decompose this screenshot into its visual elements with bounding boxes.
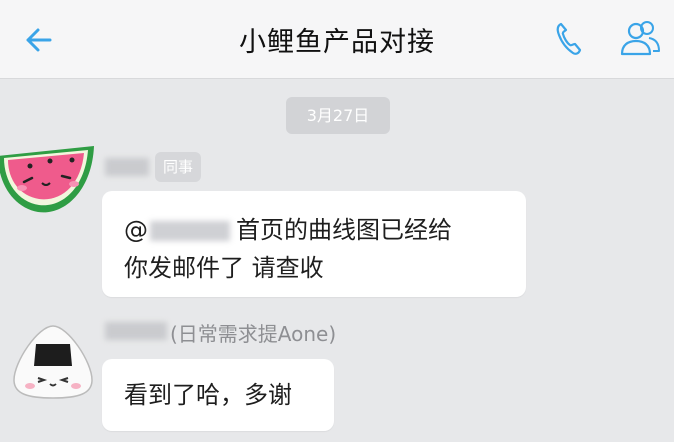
message-text: 首页的曲线图已经给 <box>236 216 452 244</box>
rice-ball-avatar[interactable] <box>10 322 96 402</box>
message-bubble[interactable]: @ 首页的曲线图已经给 你发邮件了 请查收 <box>102 191 526 297</box>
chat-header: 小鲤鱼产品对接 <box>0 0 674 79</box>
message-text: 你发邮件了 请查收 <box>124 254 324 282</box>
mention-at: @ <box>124 216 148 244</box>
sender-tag: 同事 <box>155 152 202 182</box>
date-separator: 3月27日 <box>286 97 390 134</box>
sender-name-redacted <box>105 158 149 176</box>
sender-name-redacted <box>105 322 167 340</box>
watermelon-avatar[interactable] <box>0 136 102 220</box>
mention-name-redacted <box>150 221 230 241</box>
message-bubble[interactable]: 看到了哈，多谢 <box>102 359 334 431</box>
phone-icon[interactable] <box>552 20 584 56</box>
message-text: 看到了哈，多谢 <box>124 381 292 409</box>
sender-nickname: (日常需求提Aone) <box>170 322 337 346</box>
group-members-icon[interactable] <box>618 18 662 58</box>
